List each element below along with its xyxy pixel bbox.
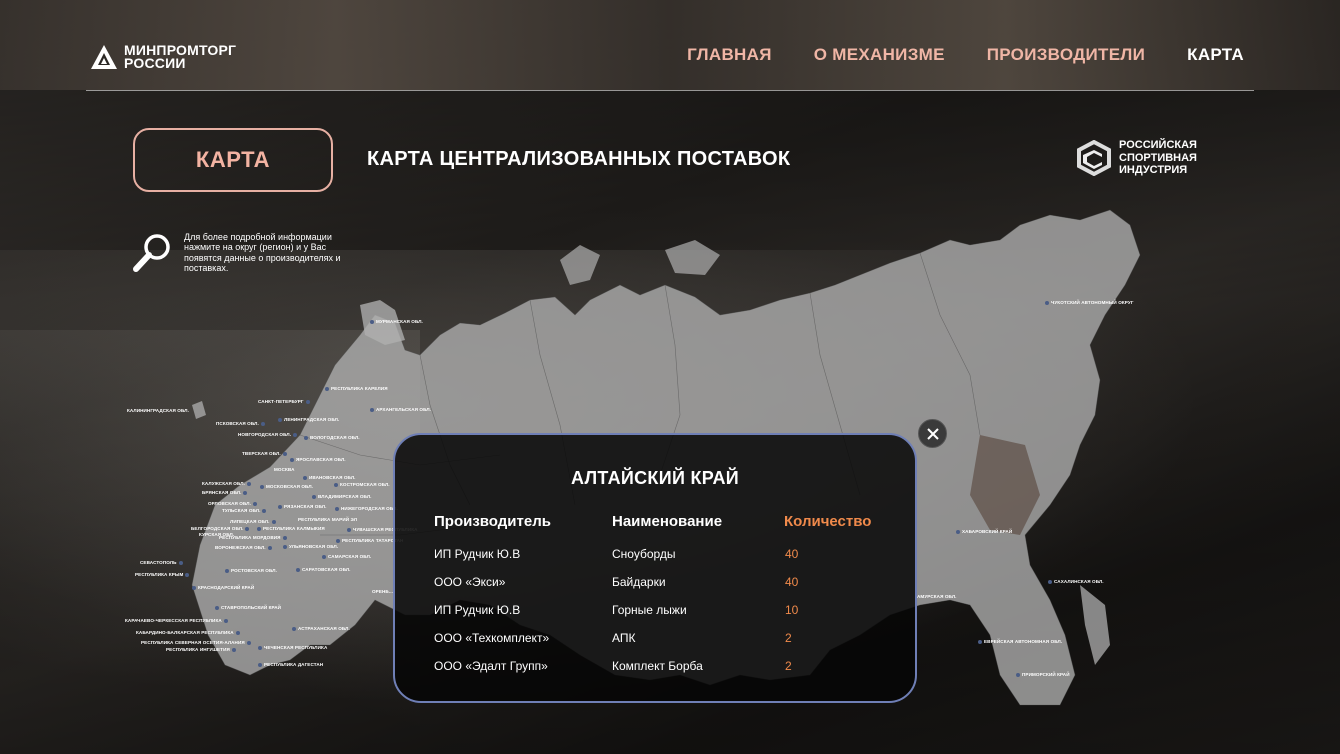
nav-map[interactable]: КАРТА xyxy=(1187,45,1244,65)
partner-line1: РОССИЙСКАЯ xyxy=(1119,139,1197,151)
partner-logo[interactable]: РОССИЙСКАЯ СПОРТИВНАЯ ИНДУСТРИЯ xyxy=(1075,139,1197,177)
map-label[interactable]: МУРМАНСКАЯ ОБЛ. xyxy=(370,319,423,324)
cell-name: Горные лыжи xyxy=(612,603,687,617)
cell-producer: ООО «Техкомплект» xyxy=(434,631,550,645)
cell-name: Комплект Борба xyxy=(612,659,703,673)
cell-name: АПК xyxy=(612,631,636,645)
cell-name: Сноуборды xyxy=(612,547,676,561)
map-label[interactable]: АМУРСКАЯ ОБЛ. xyxy=(917,594,957,599)
map-label[interactable]: МОСКВА xyxy=(274,467,295,472)
map-label[interactable]: АСТРАХАНСКАЯ ОБЛ. xyxy=(292,626,350,631)
map-label[interactable]: АРХАНГЕЛЬСКАЯ ОБЛ. xyxy=(370,407,431,412)
minpromtorg-logo[interactable]: МИНПРОМТОРГ РОССИИ xyxy=(90,43,236,71)
map-label[interactable]: ЛЕНИНГРАДСКАЯ ОБЛ. xyxy=(278,417,339,422)
logo-text: МИНПРОМТОРГ РОССИИ xyxy=(124,43,236,71)
map-label[interactable]: ЛИПЕЦКАЯ ОБЛ. xyxy=(230,519,278,524)
map-label[interactable]: ЯРОСЛАВСКАЯ ОБЛ. xyxy=(290,457,346,462)
map-label[interactable]: РЕСПУБЛИКА МОРДОВИЯ xyxy=(219,535,289,540)
cell-qty: 40 xyxy=(785,547,799,561)
map-label[interactable]: ПРИМОРСКИЙ КРАЙ xyxy=(1016,672,1070,677)
cell-qty: 2 xyxy=(785,659,792,673)
map-label[interactable]: РЕСПУБЛИКА КРЫМ xyxy=(135,572,191,577)
partner-text: РОССИЙСКАЯ СПОРТИВНАЯ ИНДУСТРИЯ xyxy=(1119,139,1197,177)
cell-name: Байдарки xyxy=(612,575,666,589)
nav-home[interactable]: ГЛАВНАЯ xyxy=(687,45,772,65)
map-label[interactable]: МОСКОВСКАЯ ОБЛ. xyxy=(260,484,313,489)
map-label[interactable]: КАРАЧАЕВО-ЧЕРКЕССКАЯ РЕСПУБЛИКА xyxy=(125,618,230,623)
nav-about-mechanism[interactable]: О МЕХАНИЗМЕ xyxy=(814,45,945,65)
map-label[interactable]: КАЛИНИНГРАДСКАЯ ОБЛ. xyxy=(127,408,189,413)
popup-close-button[interactable] xyxy=(918,419,947,448)
map-label[interactable]: КАБАРДИНО-БАЛКАРСКАЯ РЕСПУБЛИКА xyxy=(136,630,242,635)
page-badge: КАРТА xyxy=(133,128,333,192)
map-label[interactable]: РЕСПУБЛИКА ДАГЕСТАН xyxy=(258,662,323,667)
map-label[interactable]: БЕЛГОРОДСКАЯ ОБЛ. xyxy=(191,526,251,531)
map-label[interactable]: САМАРСКАЯ ОБЛ. xyxy=(322,554,371,559)
map-label[interactable]: НИЖЕГОРОДСКАЯ ОБЛ. xyxy=(335,506,398,511)
cell-qty: 10 xyxy=(785,603,799,617)
cell-producer: ИП Рудчик Ю.В xyxy=(434,603,521,617)
map-label[interactable]: ОРЛОВСКАЯ ОБЛ. xyxy=(208,501,259,506)
map-label[interactable]: РЕСПУБЛИКА МАРИЙ ЭЛ xyxy=(298,517,357,522)
map-label[interactable]: САХАЛИНСКАЯ ОБЛ. xyxy=(1048,579,1104,584)
map-label[interactable]: ХАБАРОВСКИЙ КРАЙ xyxy=(956,529,1012,534)
col-header-name: Наименование xyxy=(612,513,723,530)
map-label[interactable]: КАЛУЖСКАЯ ОБЛ. xyxy=(202,481,253,486)
rsi-logo-icon xyxy=(1077,139,1111,176)
page-title: КАРТА ЦЕНТРАЛИЗОВАННЫХ ПОСТАВОК xyxy=(367,148,791,170)
map-label[interactable]: ЕВРЕЙСКАЯ АВТОНОМНАЯ ОБЛ. xyxy=(978,639,1062,644)
partner-line3: ИНДУСТРИЯ xyxy=(1119,164,1188,176)
map-label[interactable]: САРАТОВСКАЯ ОБЛ. xyxy=(296,567,351,572)
map-label[interactable]: ТУЛЬСКАЯ ОБЛ. xyxy=(222,508,268,513)
map-label[interactable]: РОСТОВСКАЯ ОБЛ. xyxy=(225,568,277,573)
map-label[interactable]: РЕСПУБЛИКА СЕВЕРНАЯ ОСЕТИЯ-АЛАНИЯ xyxy=(141,640,253,645)
map-label[interactable]: ЧЕЧЕНСКАЯ РЕСПУБЛИКА xyxy=(258,645,327,650)
partner-line2: СПОРТИВНАЯ xyxy=(1119,151,1197,164)
map-label[interactable]: РЕСПУБЛИКА ИНГУШЕТИЯ xyxy=(166,647,238,652)
site-header: МИНПРОМТОРГ РОССИИ ГЛАВНАЯ О МЕХАНИЗМЕ П… xyxy=(86,40,1254,91)
minpromtorg-logo-icon xyxy=(91,45,117,69)
map-label[interactable]: ЧУКОТСКИЙ АВТОНОМНЫЙ ОКРУГ xyxy=(1045,300,1134,305)
map-label[interactable]: РЕСПУБЛИКА КАРЕЛИЯ xyxy=(325,386,388,391)
map-label[interactable]: ОРЕНБ... xyxy=(372,589,393,594)
map-label[interactable]: ВЛАДИМИРСКАЯ ОБЛ. xyxy=(312,494,372,499)
col-header-producer: Производитель xyxy=(434,513,551,530)
map-label[interactable]: КРАСНОДАРСКИЙ КРАЙ xyxy=(192,585,254,590)
map-label[interactable]: СЕВАСТОПОЛЬ xyxy=(140,560,185,565)
map-label[interactable]: ВОЛОГОДСКАЯ ОБЛ. xyxy=(304,435,360,440)
map-label[interactable]: НОВГОРОДСКАЯ ОБЛ. xyxy=(238,432,299,437)
map-label[interactable]: ПСКОВСКАЯ ОБЛ. xyxy=(216,421,267,426)
cell-producer: ООО «Эдалт Групп» xyxy=(434,659,548,673)
logo-line2: РОССИИ xyxy=(124,55,186,71)
map-label[interactable]: БРЯНСКАЯ ОБЛ. xyxy=(202,490,249,495)
region-popup: АЛТАЙСКИЙ КРАЙ Производитель Наименовани… xyxy=(393,433,917,703)
map-label[interactable]: КОСТРОМСКАЯ ОБЛ. xyxy=(334,482,390,487)
map-label[interactable]: ТВЕРСКАЯ ОБЛ. xyxy=(242,451,289,456)
close-icon xyxy=(926,427,939,440)
col-header-qty: Количество xyxy=(784,513,872,530)
map-label[interactable]: САНКТ-ПЕТЕРБУРГ xyxy=(258,399,312,404)
nav-producers[interactable]: ПРОИЗВОДИТЕЛИ xyxy=(987,45,1145,65)
cell-qty: 2 xyxy=(785,631,792,645)
map-label[interactable]: РЕСПУБЛИКА КАЛМЫКИЯ xyxy=(257,526,325,531)
cell-producer: ИП Рудчик Ю.В xyxy=(434,547,521,561)
cell-qty: 40 xyxy=(785,575,799,589)
map-label[interactable]: ИВАНОВСКАЯ ОБЛ. xyxy=(303,475,356,480)
popup-title: АЛТАЙСКИЙ КРАЙ xyxy=(570,468,740,488)
map-label[interactable]: РЯЗАНСКАЯ ОБЛ. xyxy=(278,504,326,509)
main-nav: ГЛАВНАЯ О МЕХАНИЗМЕ ПРОИЗВОДИТЕЛИ КАРТА xyxy=(687,45,1244,65)
map-label[interactable]: СТАВРОПОЛЬСКИЙ КРАЙ xyxy=(215,605,281,610)
cell-producer: ООО «Экси» xyxy=(434,575,506,589)
map-label[interactable]: ВОРОНЕЖСКАЯ ОБЛ. xyxy=(215,545,274,550)
map-label[interactable]: УЛЬЯНОВСКАЯ ОБЛ. xyxy=(283,544,338,549)
